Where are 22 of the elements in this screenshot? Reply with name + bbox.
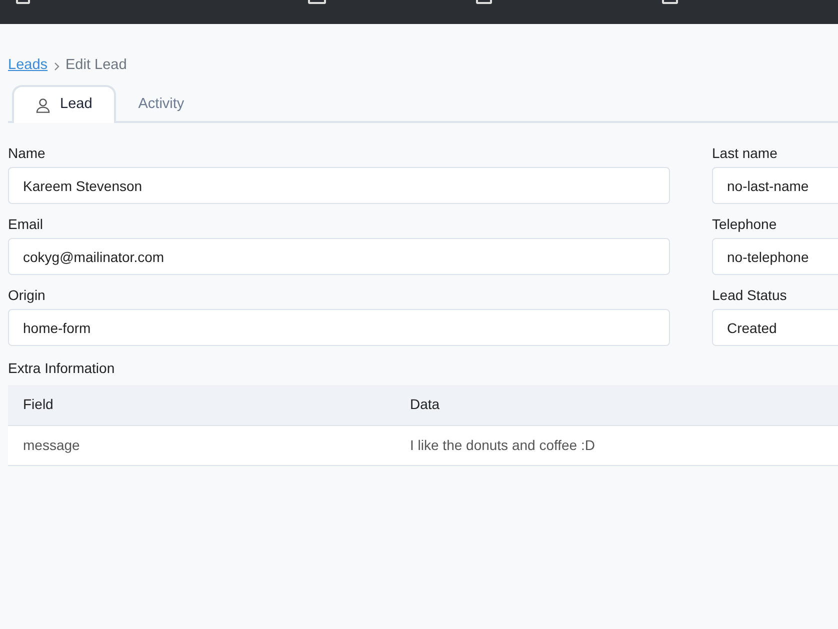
column-header: Data: [395, 385, 838, 425]
input-field[interactable]: Kareem Stevenson: [8, 167, 670, 204]
field-label: Origin: [8, 286, 46, 303]
breadcrumb-current: Edit Lead: [66, 56, 127, 76]
section-title: Extra Information: [8, 359, 116, 378]
input-field[interactable]: Created: [712, 309, 838, 346]
input-field[interactable]: home-form: [8, 309, 670, 346]
input-field[interactable]: no-telephone: [712, 238, 838, 275]
tab[interactable]: Lead: [12, 85, 116, 123]
person-icon: [36, 98, 50, 112]
field-label: Email: [8, 215, 44, 232]
input-field[interactable]: cokyg@mailinator.com: [8, 238, 670, 275]
table-cell: I like the donuts and coffee :D: [395, 425, 838, 465]
table-cell: message: [8, 425, 395, 465]
column-header: Field: [8, 385, 395, 425]
field-label: Last name: [712, 144, 778, 161]
field-label: Telephone: [712, 215, 778, 232]
input-field[interactable]: no-last-name: [712, 167, 838, 204]
field-label: Name: [8, 144, 46, 161]
breadcrumb-separator-icon: [54, 62, 60, 70]
tab[interactable]: Activity: [116, 87, 206, 123]
field-label: Lead Status: [712, 286, 788, 303]
